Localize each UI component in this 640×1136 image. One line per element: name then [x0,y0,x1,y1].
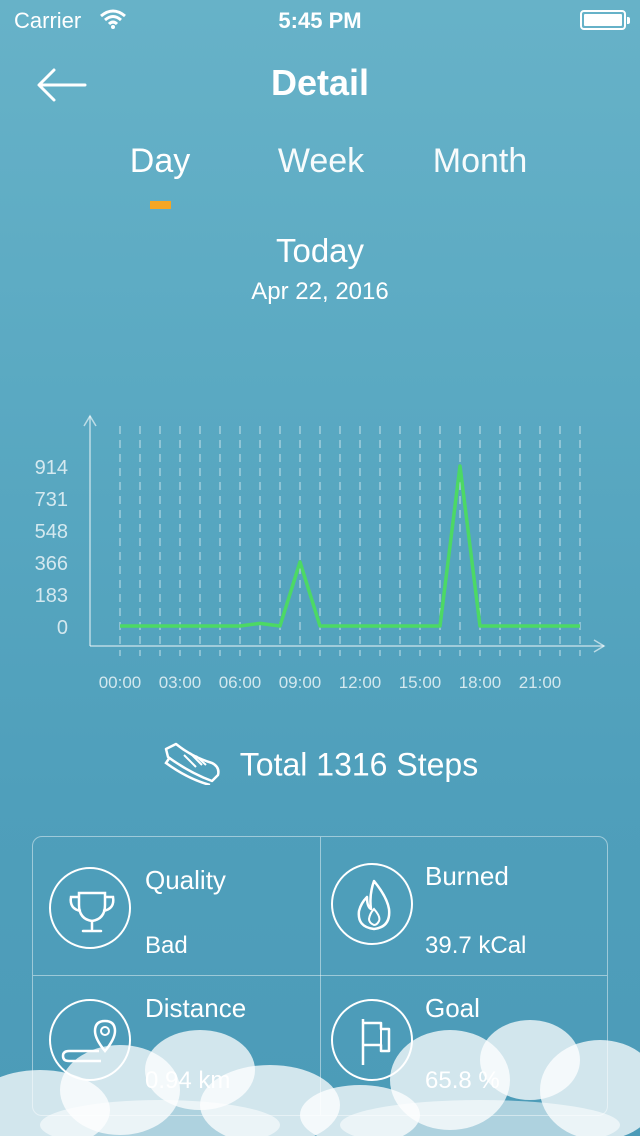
battery-icon [580,10,630,30]
data-point [339,625,342,628]
data-point [159,625,162,628]
data-point [119,625,122,628]
data-point [479,625,482,628]
flame-icon [331,863,413,945]
data-point [359,625,362,628]
tab-selected-indicator [150,201,171,209]
goal-label: Goal [425,993,480,1023]
data-point [299,560,302,563]
data-point [579,625,582,628]
data-point [539,625,542,628]
data-point [419,625,422,628]
x-tick-label: 21:00 [519,673,562,692]
data-point [199,625,202,628]
x-tick-label: 09:00 [279,673,322,692]
data-point [519,625,522,628]
period-label: Today [275,232,365,269]
data-point [399,625,402,628]
tab-day[interactable]: Day [80,142,240,181]
data-point [279,625,282,628]
total-steps: Total 1316 Steps [0,742,640,789]
data-point [559,625,562,628]
goal-value: 65.8 % [425,1067,500,1094]
y-tick-label: 731 [35,489,68,511]
burned-label: Burned [425,861,509,891]
data-point [259,622,262,625]
x-tick-label: 18:00 [459,673,502,692]
total-steps-text: Total 1316 Steps [239,746,479,783]
quality-value: Bad [145,932,188,959]
stats-divider-vertical [320,837,321,1115]
y-tick-label: 366 [35,553,68,575]
data-point [139,625,142,628]
data-point [319,625,322,628]
data-point [499,625,502,628]
status-bar: Carrier 5:45 PM [0,0,640,40]
data-point [459,465,462,468]
data-point [219,625,222,628]
trophy-icon [49,867,131,949]
y-tick-label: 0 [57,617,68,639]
status-time: 5:45 PM [278,8,362,33]
burned-value: 39.7 kCal [425,932,527,959]
tab-month[interactable]: Month [400,142,560,181]
y-tick-label: 548 [35,521,68,543]
x-tick-label: 03:00 [159,673,202,692]
x-tick-label: 12:00 [339,673,382,692]
x-tick-label: 00:00 [99,673,142,692]
steps-series-line [120,464,580,628]
x-tick-label: 15:00 [399,673,442,692]
y-tick-label: 914 [35,457,68,479]
stats-divider-horizontal [33,975,607,976]
distance-label: Distance [145,993,247,1023]
stats-card: Quality Bad Burned 39.7 kCal Distance 0.… [32,836,608,1116]
page-title: Detail [270,62,370,103]
data-point [379,625,382,628]
tab-week[interactable]: Week [241,142,401,181]
y-tick-label: 183 [35,585,68,607]
data-point [179,625,182,628]
data-point [439,625,442,628]
shoe-icon [164,742,220,785]
distance-value: 0.94 km [145,1067,231,1094]
quality-label: Quality [145,865,226,895]
flag-icon [331,999,413,1081]
period-date: Apr 22, 2016 [251,278,389,305]
data-point [239,625,242,628]
steps-line-chart: 0 183 366 548 731 914 00:00 03:00 06:00 09:00 12:0… [35,414,606,692]
x-tick-label: 06:00 [219,673,262,692]
location-pin-icon [49,999,131,1081]
